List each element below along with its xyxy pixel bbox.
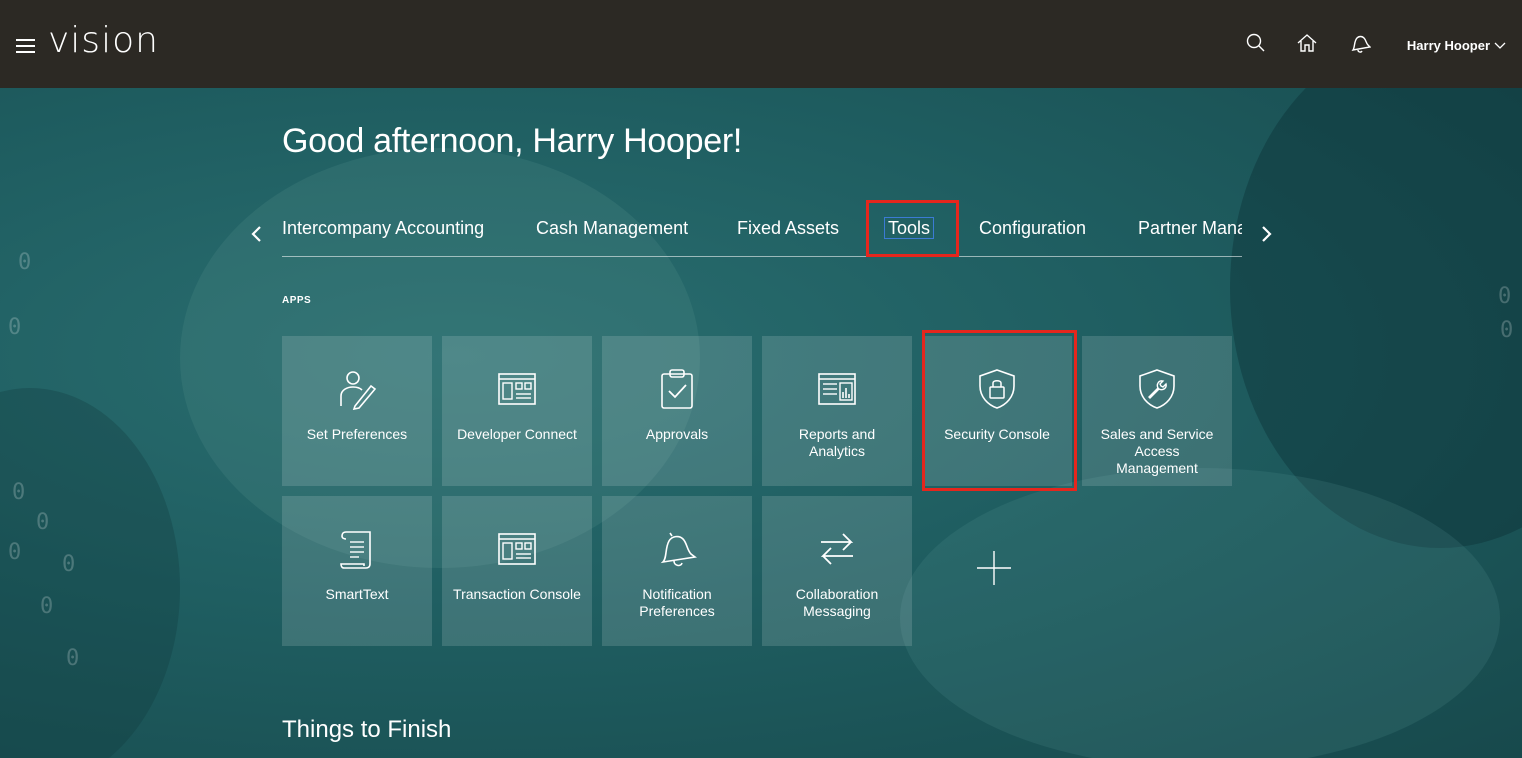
scroll-text-icon [340, 531, 371, 569]
app-tile-security-console[interactable]: Security Console [922, 336, 1072, 486]
background-digit: 0 [8, 315, 22, 340]
plus-icon[interactable] [977, 551, 1011, 585]
app-tile-sales-and-service-access-management[interactable]: Sales and Service Access Management [1082, 336, 1232, 486]
page-background [0, 88, 1522, 758]
background-digit: 0 [66, 646, 80, 671]
background-shape [0, 388, 180, 758]
developer-dashboard-icon [498, 373, 536, 405]
background-digit: 0 [40, 594, 54, 619]
app-tile-set-preferences[interactable]: Set Preferences [282, 336, 432, 486]
exchange-arrows-icon [820, 533, 854, 565]
tab-partner-management[interactable]: Partner Mana [1138, 218, 1242, 239]
app-tile-label: Approvals [645, 426, 709, 442]
shield-wrench-icon [1139, 369, 1175, 409]
app-tile-transaction-console[interactable]: Transaction Console [442, 496, 592, 646]
tab-strip: Intercompany Accounting Cash Management … [282, 205, 1242, 257]
search-icon[interactable] [1245, 32, 1267, 54]
background-digit: 0 [8, 540, 22, 565]
console-dashboard-icon [498, 533, 536, 565]
app-tile-developer-connect[interactable]: Developer Connect [442, 336, 592, 486]
top-bar: vision Harry Hooper [0, 0, 1522, 88]
user-menu[interactable]: Harry Hooper [1407, 38, 1506, 53]
background-digit: 0 [62, 552, 76, 577]
app-tile-label: Notification Preferences [639, 586, 715, 619]
app-tile-reports-and-analytics[interactable]: Reports and Analytics [762, 336, 912, 486]
person-edit-icon [340, 371, 377, 410]
tab-intercompany-accounting[interactable]: Intercompany Accounting [282, 218, 484, 239]
app-tile-collaboration-messaging[interactable]: Collaboration Messaging [762, 496, 912, 646]
app-tile-label: Set Preferences [306, 426, 408, 442]
app-tile-approvals[interactable]: Approvals [602, 336, 752, 486]
tab-cash-management[interactable]: Cash Management [536, 218, 688, 239]
background-digit: 0 [1498, 284, 1512, 309]
home-icon[interactable] [1296, 32, 1318, 54]
app-tile-smarttext[interactable]: SmartText [282, 496, 432, 646]
notifications-icon[interactable] [1349, 32, 1371, 54]
hamburger-icon[interactable] [16, 39, 35, 53]
report-chart-icon [818, 373, 856, 405]
greeting-heading: Good afternoon, Harry Hooper! [282, 122, 742, 160]
app-tile-label: Collaboration Messaging [795, 586, 879, 619]
chevron-left-icon[interactable] [250, 224, 264, 244]
vision-logo[interactable]: vision [48, 20, 159, 61]
things-to-finish-heading: Things to Finish [282, 716, 452, 743]
apps-section-label: APPS [282, 295, 312, 306]
chevron-right-icon[interactable] [1259, 224, 1273, 244]
background-shape [900, 468, 1500, 758]
app-tile-label: Transaction Console [453, 586, 581, 602]
background-digit: 0 [12, 480, 26, 505]
tab-configuration[interactable]: Configuration [979, 218, 1086, 239]
app-tile-label: Developer Connect [457, 426, 577, 442]
user-name: Harry Hooper [1406, 38, 1490, 53]
tab-tools[interactable]: Tools [884, 217, 935, 239]
app-tile-label: Sales and Service Access Management [1100, 426, 1214, 476]
clipboard-check-icon [661, 369, 693, 409]
background-digit: 0 [1500, 318, 1514, 343]
background-digit: 0 [36, 510, 50, 535]
chevron-down-icon [1494, 42, 1506, 49]
tab-fixed-assets[interactable]: Fixed Assets [737, 218, 839, 239]
background-digit: 0 [18, 250, 32, 275]
app-tile-label: Reports and Analytics [798, 426, 876, 459]
app-tile-label: Security Console [944, 426, 1050, 442]
shield-lock-icon [979, 369, 1015, 409]
app-tile-label: SmartText [325, 586, 389, 602]
bell-icon [660, 532, 697, 567]
app-tile-notification-preferences[interactable]: Notification Preferences [602, 496, 752, 646]
